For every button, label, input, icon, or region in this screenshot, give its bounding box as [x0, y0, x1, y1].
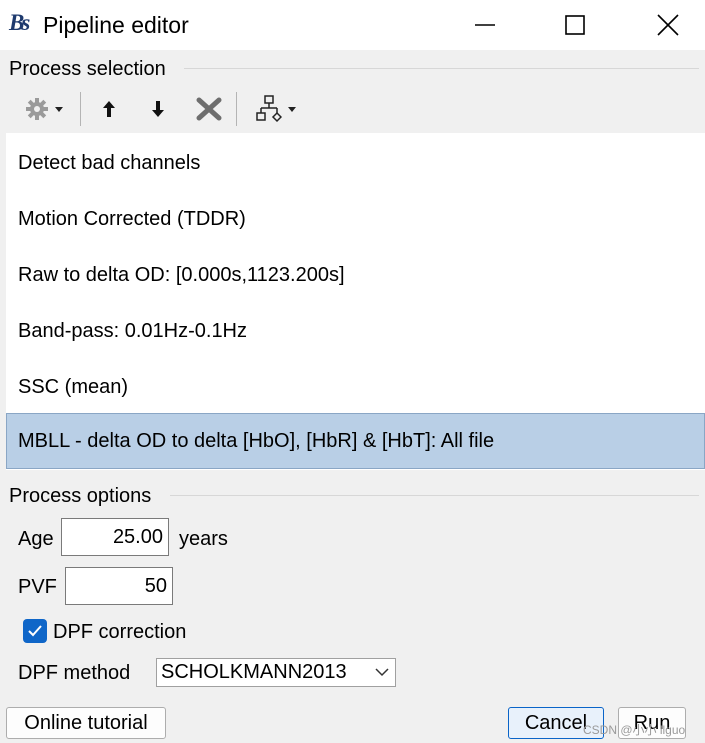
minimize-icon: [475, 24, 495, 26]
move-down-button[interactable]: [143, 90, 173, 128]
arrow-down-icon: [152, 101, 164, 117]
dpf-method-label: DPF method: [18, 662, 131, 684]
process-list: Detect bad channels Motion Corrected (TD…: [6, 133, 705, 470]
checkmark-icon: [28, 625, 42, 637]
delete-icon: [196, 97, 222, 121]
dpf-correction-checkbox[interactable]: [23, 619, 47, 643]
list-item[interactable]: Raw to delta OD: [0.000s,1123.200s]: [6, 247, 705, 303]
settings-dropdown-button[interactable]: [18, 90, 70, 128]
process-options-heading: Process options: [9, 485, 152, 507]
close-button[interactable]: [645, 0, 691, 50]
list-item[interactable]: Motion Corrected (TDDR): [6, 191, 705, 247]
toolbar-separator: [236, 92, 237, 126]
chevron-down-icon: [55, 106, 63, 112]
window-title: Pipeline editor: [43, 12, 189, 38]
maximize-button[interactable]: [552, 0, 598, 50]
maximize-icon: [565, 15, 585, 35]
list-item[interactable]: Detect bad channels: [6, 135, 705, 191]
list-item[interactable]: Band-pass: 0.01Hz-0.1Hz: [6, 303, 705, 359]
divider: [170, 495, 699, 496]
age-label: Age: [18, 528, 54, 550]
title-bar: Bs Pipeline editor: [0, 0, 705, 50]
chevron-down-icon: [288, 106, 296, 112]
process-toolbar: [0, 86, 705, 132]
pvf-label: PVF: [18, 576, 57, 598]
minimize-button[interactable]: [462, 0, 508, 50]
pipeline-dropdown-button[interactable]: [250, 90, 302, 128]
watermark: CSDN @小小 llguo: [583, 723, 686, 737]
close-icon: [657, 14, 679, 36]
dpf-correction-label: DPF correction: [53, 621, 187, 643]
list-item[interactable]: SSC (mean): [6, 359, 705, 415]
divider: [184, 68, 699, 69]
delete-button[interactable]: [192, 90, 226, 128]
move-up-button[interactable]: [94, 90, 124, 128]
pvf-input[interactable]: [65, 567, 173, 605]
toolbar-separator: [80, 92, 81, 126]
pipeline-icon: [256, 95, 282, 123]
dpf-method-select[interactable]: SCHOLKMANN2013: [156, 658, 396, 687]
online-tutorial-button[interactable]: Online tutorial: [6, 707, 166, 739]
list-item-selected[interactable]: MBLL - delta OD to delta [HbO], [HbR] & …: [6, 413, 705, 469]
process-selection-heading: Process selection: [9, 58, 166, 80]
age-input[interactable]: [61, 518, 169, 556]
age-unit-label: years: [179, 528, 228, 550]
chevron-down-icon: [375, 668, 389, 677]
arrow-up-icon: [103, 101, 115, 117]
dpf-method-value: SCHOLKMANN2013: [161, 661, 347, 683]
app-logo: Bs: [9, 10, 30, 35]
gear-icon: [26, 98, 48, 120]
